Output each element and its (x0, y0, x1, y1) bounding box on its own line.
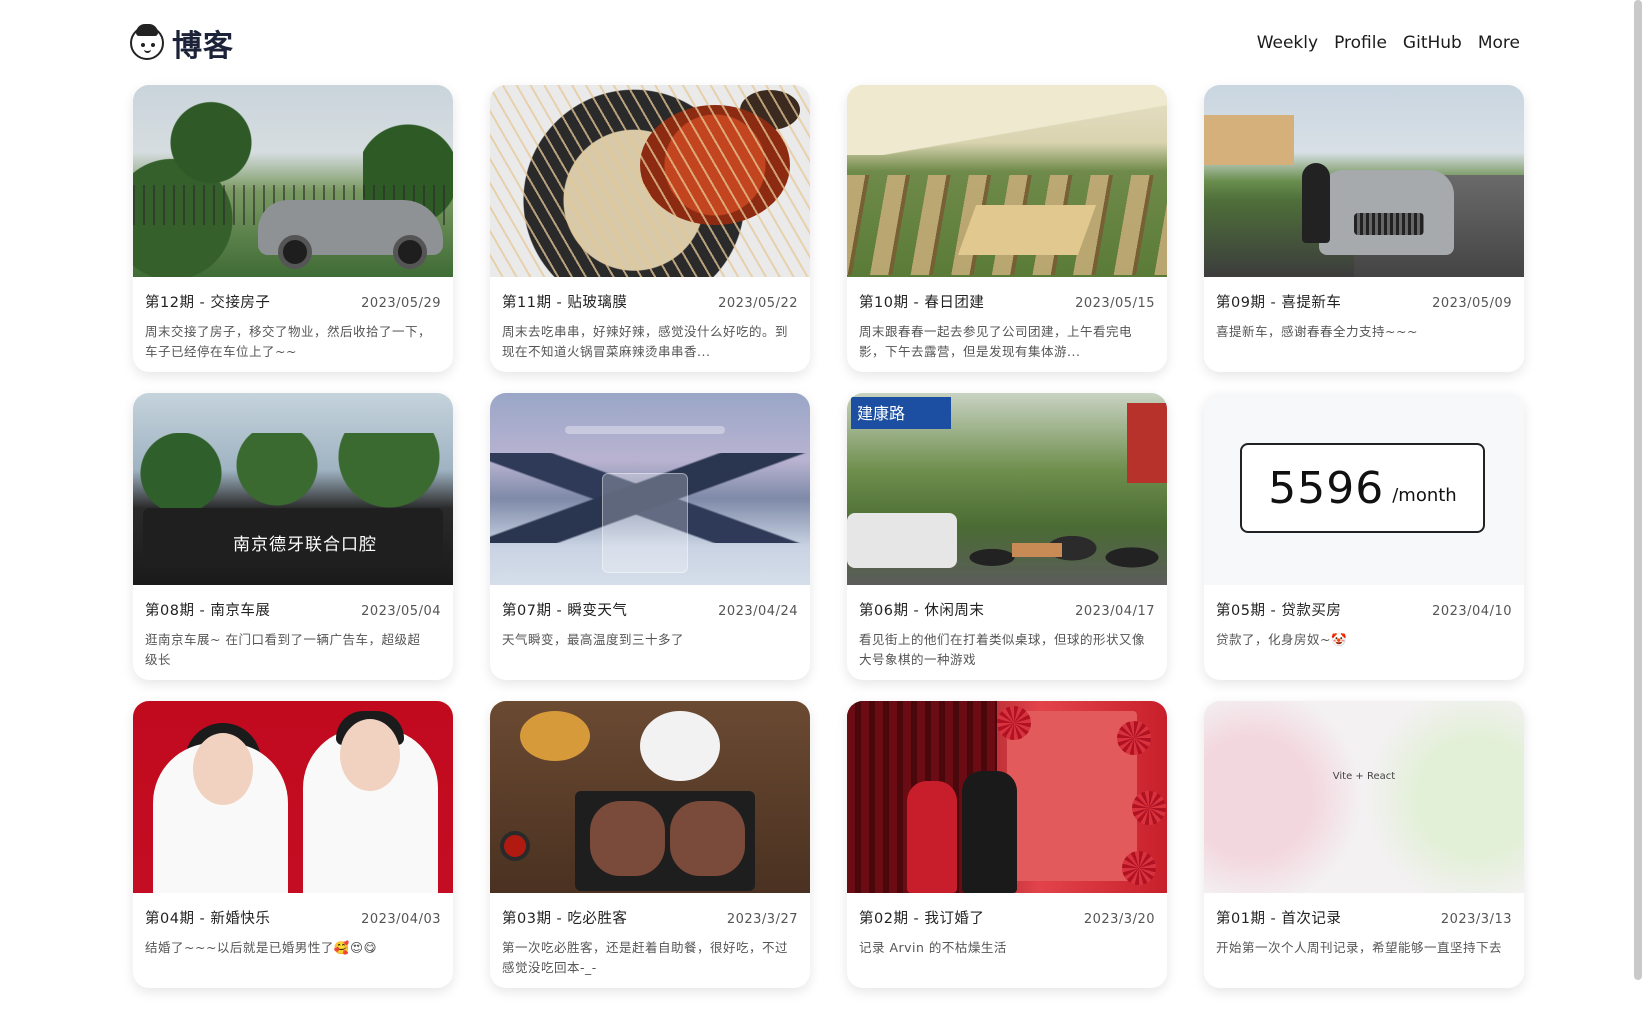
brand[interactable]: 博客 (130, 21, 234, 65)
card-title: 第03期 - 吃必胜客 (502, 911, 628, 927)
card-date: 2023/05/22 (718, 296, 798, 311)
weekly-card[interactable]: 第02期 - 我订婚了 2023/3/20 记录 Arvin 的不枯燥生活 (847, 701, 1167, 988)
card-thumbnail-image: 南京德牙联合口腔 (133, 393, 453, 585)
weekly-card[interactable]: 南京德牙联合口腔 第08期 - 南京车展 2023/05/04 逛南京车展~ 在… (133, 393, 453, 680)
nav-profile-link[interactable]: Profile (1334, 33, 1387, 53)
card-title: 第02期 - 我订婚了 (859, 911, 985, 927)
card-thumbnail-image (133, 701, 453, 893)
scrollbar[interactable] (1631, 0, 1645, 1009)
card-title: 第05期 - 贷款买房 (1216, 603, 1342, 619)
site-title: 博客 (172, 29, 234, 64)
card-title: 第10期 - 春日团建 (859, 295, 985, 311)
card-date: 2023/04/10 (1432, 604, 1512, 619)
card-title: 第04期 - 新婚快乐 (145, 911, 271, 927)
card-thumbnail-image (133, 85, 453, 277)
page: { "header": { "title": "博客", "nav": ["We… (0, 0, 1645, 1009)
weekly-card[interactable]: 第10期 - 春日团建 2023/05/15 周末跟春春一起去参见了公司团建，上… (847, 85, 1167, 372)
card-thumbnail-image (490, 85, 810, 277)
top-nav: Weekly Profile GitHub More (1257, 33, 1520, 53)
monthly-payment-value: 5596 (1268, 462, 1385, 514)
card-date: 2023/3/13 (1440, 912, 1512, 927)
weekly-card[interactable]: 5596 /month 第05期 - 贷款买房 2023/04/10 贷款了，化… (1204, 393, 1524, 680)
card-description: 开始第一次个人周刊记录，希望能够一直坚持下去 (1216, 940, 1503, 955)
monthly-payment-unit: /month (1392, 484, 1457, 506)
monthly-payment-box: 5596 /month (1240, 443, 1485, 533)
weekly-card[interactable]: 建康路 第06期 - 休闲周末 2023/04/17 看见街上的他们在打着类似桌… (847, 393, 1167, 680)
card-description: 周末去吃串串，好辣好辣，感觉没什么好吃的。到现在不知道火锅冒菜麻辣烫串串香... (502, 324, 789, 359)
weekly-card[interactable]: 第09期 - 喜提新车 2023/05/09 喜提新车，感谢春春全力支持~~~ (1204, 85, 1524, 372)
card-title: 第06期 - 休闲周末 (859, 603, 985, 619)
card-description: 周末交接了房子，移交了物业，然后收拾了一下，车子已经停在车位上了~~ (145, 324, 432, 359)
site-header: 博客 Weekly Profile GitHub More (130, 18, 1520, 68)
card-description: 天气瞬变，最高温度到三十多了 (502, 632, 685, 647)
card-description: 贷款了，化身房奴~🤡 (1216, 632, 1348, 647)
card-thumbnail-image (1204, 85, 1524, 277)
card-description: 记录 Arvin 的不枯燥生活 (859, 940, 1007, 955)
card-date: 2023/05/04 (361, 604, 441, 619)
card-description: 喜提新车，感谢春春全力支持~~~ (1216, 324, 1418, 339)
card-description: 看见街上的他们在打着类似桌球，但球的形状又像大号象棋的一种游戏 (859, 632, 1146, 667)
card-thumbnail-image: 5596 /month (1204, 393, 1524, 585)
weekly-card[interactable]: 第11期 - 贴玻璃膜 2023/05/22 周末去吃串串，好辣好辣，感觉没什么… (490, 85, 810, 372)
vite-react-text: Vite + React (1332, 771, 1396, 782)
card-thumbnail-image (490, 701, 810, 893)
card-description: 周末跟春春一起去参见了公司团建，上午看完电影，下午去露营，但是发现有集体游... (859, 324, 1133, 359)
card-thumbnail-image: Vite + React (1204, 701, 1524, 893)
nav-weekly-link[interactable]: Weekly (1257, 33, 1318, 53)
card-thumbnail-image: 建康路 (847, 393, 1167, 585)
card-thumbnail-image (847, 701, 1167, 893)
nav-github-link[interactable]: GitHub (1403, 33, 1462, 53)
weekly-card[interactable]: 第07期 - 瞬变天气 2023/04/24 天气瞬变，最高温度到三十多了 (490, 393, 810, 680)
avatar-logo-icon (130, 24, 164, 60)
card-date: 2023/04/17 (1075, 604, 1155, 619)
truck-ad-text: 南京德牙联合口腔 (233, 535, 377, 555)
weekly-card[interactable]: Vite + React 第01期 - 首次记录 2023/3/13 开始第一次… (1204, 701, 1524, 988)
weekly-card[interactable]: 第03期 - 吃必胜客 2023/3/27 第一次吃必胜客，还是赶着自助餐，很好… (490, 701, 810, 988)
weekly-card[interactable]: 第12期 - 交接房子 2023/05/29 周末交接了房子，移交了物业，然后收… (133, 85, 453, 372)
card-date: 2023/05/09 (1432, 296, 1512, 311)
card-thumbnail-image (847, 85, 1167, 277)
weekly-card[interactable]: 第04期 - 新婚快乐 2023/04/03 结婚了~~~以后就是已婚男性了🥰😍… (133, 701, 453, 988)
card-title: 第11期 - 贴玻璃膜 (502, 295, 628, 311)
card-title: 第07期 - 瞬变天气 (502, 603, 628, 619)
street-sign-text: 建康路 (851, 397, 951, 429)
scrollbar-thumb[interactable] (1634, 0, 1642, 980)
card-title: 第09期 - 喜提新车 (1216, 295, 1342, 311)
weekly-card-grid: 第12期 - 交接房子 2023/05/29 周末交接了房子，移交了物业，然后收… (133, 85, 1524, 988)
card-date: 2023/3/27 (726, 912, 798, 927)
card-date: 2023/04/24 (718, 604, 798, 619)
card-thumbnail-image (490, 393, 810, 585)
card-description: 第一次吃必胜客，还是赶着自助餐，很好吃，不过感觉没吃回本-_- (502, 940, 789, 975)
card-description: 结婚了~~~以后就是已婚男性了🥰😍😋 (145, 940, 378, 955)
card-description: 逛南京车展~ 在门口看到了一辆广告车，超级超级长 (145, 632, 421, 667)
card-title: 第01期 - 首次记录 (1216, 911, 1342, 927)
card-date: 2023/05/29 (361, 296, 441, 311)
card-date: 2023/05/15 (1075, 296, 1155, 311)
card-date: 2023/3/20 (1083, 912, 1155, 927)
card-title: 第08期 - 南京车展 (145, 603, 271, 619)
card-title: 第12期 - 交接房子 (145, 295, 271, 311)
nav-more-link[interactable]: More (1478, 33, 1520, 53)
card-date: 2023/04/03 (361, 912, 441, 927)
